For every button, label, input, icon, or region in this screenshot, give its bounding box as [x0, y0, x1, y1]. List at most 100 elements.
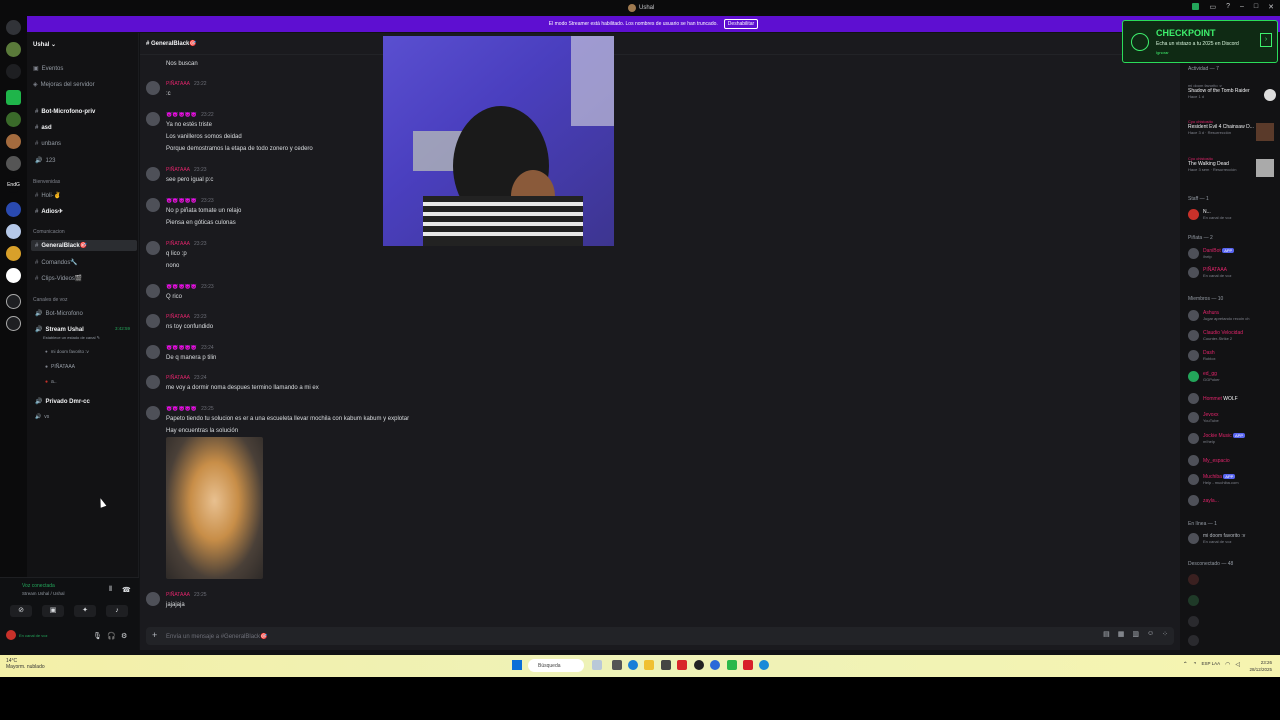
attach-plus-icon[interactable]: + [152, 630, 157, 640]
member-item[interactable]: My_espacio [1188, 455, 1230, 466]
avatar[interactable] [146, 112, 160, 126]
emoji-icon[interactable]: ☺ [1147, 630, 1154, 638]
member-item[interactable]: zayla... [1188, 495, 1219, 506]
taskbar-app-icon[interactable] [677, 660, 687, 670]
category-bienvenidas[interactable]: Bienvenidas [33, 179, 60, 185]
file-explorer-icon[interactable] [644, 660, 654, 670]
member-item[interactable]: ed_gg GGPoker [1188, 371, 1220, 382]
avatar[interactable] [1188, 616, 1199, 627]
activity-item[interactable]: Cyo chistosito Resident Evil 4 Chainsaw … [1188, 119, 1254, 135]
taskbar-app-icon[interactable] [743, 660, 753, 670]
member-item[interactable]: N... En canal de voz [1188, 209, 1231, 220]
wifi-icon[interactable]: ◠ [1225, 661, 1230, 668]
minimize-icon[interactable]: – [1240, 3, 1244, 11]
avatar[interactable] [146, 406, 160, 420]
taskbar-clock[interactable]: 23:26 28/12/2025 [1249, 659, 1272, 673]
taskbar-app-icon[interactable] [694, 660, 704, 670]
activity-item[interactable]: mi doom favorito :v Shadow of the Tomb R… [1188, 83, 1250, 99]
channel-bot-microfono-priv[interactable]: # Bot-Microfono-priv [35, 109, 95, 115]
avatar[interactable] [146, 314, 160, 328]
server-icon[interactable] [6, 224, 21, 239]
avatar[interactable] [146, 345, 160, 359]
channel-123[interactable]: 🔊 123 [35, 157, 56, 164]
close-icon[interactable]: ✕ [1268, 3, 1274, 11]
voice-channel-vs[interactable]: 🔊 vs [35, 414, 49, 420]
activity-item[interactable]: Cyo chistosito The Walking Dead Hace 3 s… [1188, 156, 1236, 172]
sticker-icon[interactable]: ▥ [1132, 630, 1139, 638]
voice-channel-status[interactable]: Establece un estado de canal ✎ [43, 335, 100, 340]
current-user[interactable]: En canal de voz [6, 630, 47, 640]
discord-home-icon[interactable] [6, 20, 21, 35]
server-icon[interactable] [6, 134, 21, 149]
avatar[interactable] [1188, 595, 1199, 606]
avatar[interactable] [146, 241, 160, 255]
message-author[interactable]: PIÑATAAA 23:23 [166, 241, 207, 247]
avatar[interactable] [146, 167, 160, 181]
flag-icon[interactable] [1192, 3, 1200, 10]
chevron-up-icon[interactable]: ⌃ [1183, 661, 1188, 668]
message-composer[interactable]: + Envía un mensaje a #GeneralBlack🎯 ▤ ▦ … [146, 627, 1174, 645]
voice-connected-status[interactable]: Voz conectada [22, 583, 55, 589]
category-comunicacion[interactable]: Comunicacion [33, 229, 65, 235]
server-name[interactable]: Ushal ⌄ [33, 41, 56, 48]
channel-clips-videos[interactable]: # Clips-Videos🎬 [35, 275, 82, 282]
help-icon[interactable]: ? [1226, 3, 1230, 11]
gif-icon[interactable]: ▦ [1118, 630, 1125, 638]
member-item[interactable]: DaniBot APP/help [1188, 248, 1235, 259]
message-author[interactable]: PIÑATAAA 23:22 [166, 81, 207, 87]
member-item[interactable]: Dash Roblox [1188, 350, 1215, 361]
server-icon[interactable] [6, 42, 21, 57]
message-author[interactable]: 😈😈😈😈😈 23:23 [166, 198, 214, 204]
channel-unbans[interactable]: # unbans [35, 141, 61, 147]
server-icon[interactable] [6, 112, 21, 127]
server-icon[interactable] [6, 268, 21, 283]
message-author[interactable]: PIÑATAAA 23:23 [166, 167, 207, 173]
taskbar-app-icon[interactable] [727, 660, 737, 670]
checkpoint-dismiss[interactable]: Ignorar [1156, 50, 1169, 55]
image-attachment-dog[interactable] [166, 437, 263, 579]
message-author[interactable]: PIÑATAAA 23:23 [166, 314, 207, 320]
member-item[interactable]: Muchiba APP Help - muchiba.com [1188, 474, 1239, 485]
message-author[interactable]: 😈😈😈😈😈 23:25 [166, 406, 214, 412]
edge-icon[interactable] [628, 660, 638, 670]
category-canales-de-voz[interactable]: Canales de voz [33, 297, 67, 303]
weather-widget[interactable]: 14°C Mayorm. nublado [6, 658, 45, 670]
channel-comandos[interactable]: # Comandos🔧 [35, 259, 78, 266]
voice-user-3[interactable]: ● a.. [45, 379, 57, 385]
avatar[interactable] [1188, 635, 1199, 646]
member-item[interactable]: Ashura Jugar apretando recoin ch [1188, 310, 1249, 321]
discover-icon[interactable] [6, 316, 21, 331]
taskbar-app-icon[interactable] [710, 660, 720, 670]
voice-user-2[interactable]: ● PIÑATAAA [45, 364, 75, 370]
voice-user-1[interactable]: ● mi doom favorito :v [45, 349, 89, 354]
volume-icon[interactable]: ◁ [1235, 661, 1240, 668]
screen-share-button[interactable]: ▣ [42, 605, 64, 617]
disable-streamer-button[interactable]: Deshabilitar [723, 19, 759, 29]
member-item[interactable]: Claudio Velocidad Counter-Strike 2 [1188, 330, 1243, 341]
taskbar-app-icon[interactable] [592, 660, 602, 670]
message-author[interactable]: PIÑATAAA 23:24 [166, 375, 207, 381]
server-icon[interactable] [6, 202, 21, 217]
message-author[interactable]: 😈😈😈😈😈 23:22 [166, 112, 214, 118]
mic-icon[interactable]: 🎙 [93, 632, 102, 640]
avatar[interactable] [146, 375, 160, 389]
server-icon[interactable] [6, 156, 21, 171]
taskbar-app-icon[interactable] [612, 660, 622, 670]
gear-icon[interactable]: ⚙ [121, 632, 127, 640]
voice-channel-bot-microfono[interactable]: 🔊 Bot-Microfono [35, 310, 83, 317]
server-icon[interactable] [6, 90, 21, 105]
avatar[interactable] [146, 592, 160, 606]
voice-channel-stream-ushal[interactable]: 🔊 Stream Ushal [35, 326, 84, 333]
channel-adios[interactable]: # Adios✈ [35, 208, 63, 215]
camera-button[interactable]: ⊘ [10, 605, 32, 617]
member-item[interactable]: PIÑATAAA En canal de voz [1188, 267, 1231, 278]
gift-icon[interactable]: ▤ [1103, 630, 1110, 638]
message-author[interactable]: 😈😈😈😈😈 23:24 [166, 345, 214, 351]
server-icon[interactable] [6, 246, 21, 261]
headphones-icon[interactable]: 🎧 [107, 632, 116, 640]
server-icon[interactable] [6, 64, 21, 79]
checkpoint-popup[interactable]: CHECKPOINT Echa un vistazo a tu 2025 en … [1122, 20, 1278, 63]
maximize-icon[interactable]: □ [1254, 3, 1258, 11]
add-server-icon[interactable] [6, 294, 21, 309]
taskbar-app-icon[interactable] [661, 660, 671, 670]
